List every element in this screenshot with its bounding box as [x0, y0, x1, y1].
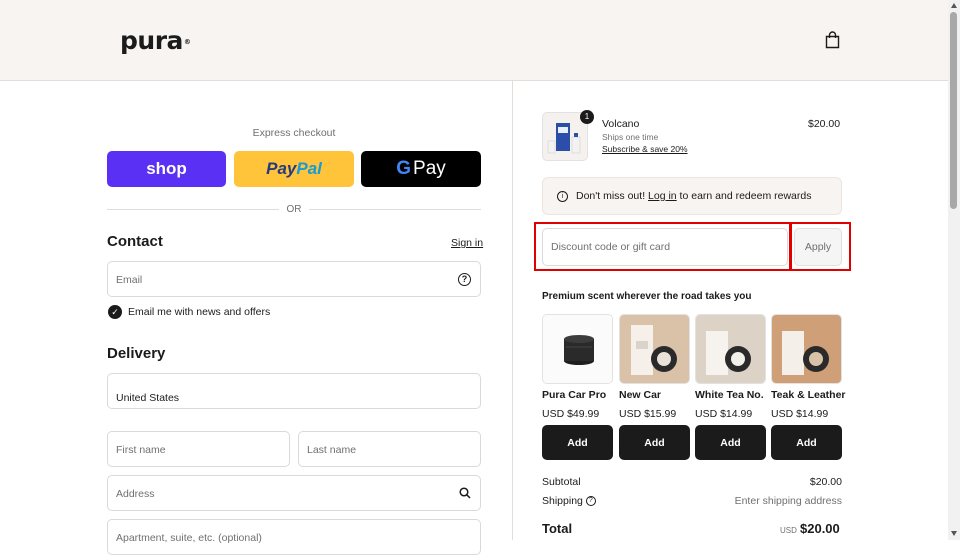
- express-checkout-label: Express checkout: [252, 127, 336, 139]
- pura-car-pro-image: [542, 314, 613, 384]
- product-price: $20.00: [808, 118, 841, 130]
- subtotal-label: Subtotal: [542, 476, 581, 488]
- product-card-price: USD $14.99: [695, 408, 753, 420]
- delivery-heading: Delivery: [107, 345, 166, 362]
- newsletter-label: Email me with news and offers: [128, 306, 271, 318]
- product-card-name: New Car: [619, 389, 662, 401]
- column-divider: [512, 81, 513, 540]
- or-divider-text: OR: [286, 204, 302, 215]
- newsletter-checkbox[interactable]: ✓: [108, 305, 122, 319]
- add-teak-leather-button[interactable]: Add: [771, 425, 842, 460]
- discount-code-input[interactable]: Discount code or gift card: [542, 228, 788, 266]
- product-name: Volcano: [602, 118, 640, 130]
- last-name-field[interactable]: Last name: [298, 431, 481, 467]
- add-new-car-button[interactable]: Add: [619, 425, 690, 460]
- country-select[interactable]: United States: [107, 373, 481, 409]
- google-g-icon: G: [396, 158, 412, 179]
- promo-heading: Premium scent wherever the road takes yo…: [542, 291, 752, 302]
- or-divider-left: [107, 209, 279, 210]
- product-shipping-note: Ships one time: [602, 132, 659, 142]
- or-divider-right: [309, 209, 481, 210]
- first-name-field[interactable]: First name: [107, 431, 290, 467]
- info-icon: i: [557, 191, 568, 202]
- paypal-button[interactable]: Pay Pal: [234, 151, 354, 187]
- product-card-name: Pura Car Pro: [542, 389, 607, 401]
- white-tea-image: [695, 314, 766, 384]
- scroll-down-arrow-icon[interactable]: [951, 531, 957, 536]
- add-pura-car-pro-button[interactable]: Add: [542, 425, 613, 460]
- shipping-label-row: Shipping?: [542, 495, 596, 507]
- sign-in-link[interactable]: Sign in: [451, 237, 483, 249]
- total-value: $20.00: [800, 521, 840, 536]
- email-field[interactable]: Email ?: [107, 261, 481, 297]
- subtotal-value: $20.00: [809, 476, 842, 488]
- apply-discount-button[interactable]: Apply: [794, 228, 842, 266]
- pura-logo[interactable]: pura®: [120, 26, 191, 55]
- contact-heading: Contact: [107, 233, 163, 250]
- shipping-label: Shipping: [542, 495, 583, 507]
- search-icon[interactable]: [459, 487, 471, 499]
- total-label: Total: [542, 521, 573, 536]
- apartment-field[interactable]: Apartment, suite, etc. (optional): [107, 519, 481, 555]
- shipping-help-icon[interactable]: ?: [585, 496, 596, 507]
- subscribe-link[interactable]: Subscribe & save 20%: [602, 144, 688, 154]
- scrollbar-thumb[interactable]: [950, 12, 957, 209]
- rewards-banner: i Don't miss out! Log in to earn and red…: [542, 177, 842, 215]
- google-pay-button[interactable]: G Pay: [361, 151, 481, 187]
- product-card-name: White Tea No.: [695, 389, 764, 401]
- teak-leather-image: [771, 314, 842, 384]
- shop-pay-button[interactable]: shop: [107, 151, 226, 187]
- address-field[interactable]: Address: [107, 475, 481, 511]
- scroll-up-arrow-icon[interactable]: [951, 3, 957, 8]
- product-card-name: Teak & Leather: [771, 389, 846, 401]
- shopping-bag-icon[interactable]: [824, 31, 841, 49]
- product-card-price: USD $49.99: [542, 408, 600, 420]
- add-white-tea-button[interactable]: Add: [695, 425, 766, 460]
- total-currency: USD: [780, 526, 797, 535]
- help-icon[interactable]: ?: [458, 273, 471, 286]
- shipping-value: Enter shipping address: [734, 495, 842, 507]
- product-card-price: USD $14.99: [771, 408, 829, 420]
- site-header: pura®: [0, 0, 948, 81]
- log-in-link[interactable]: Log in: [648, 190, 677, 202]
- quantity-badge: 1: [580, 110, 594, 124]
- product-card-price: USD $15.99: [619, 408, 677, 420]
- new-car-image: [619, 314, 690, 384]
